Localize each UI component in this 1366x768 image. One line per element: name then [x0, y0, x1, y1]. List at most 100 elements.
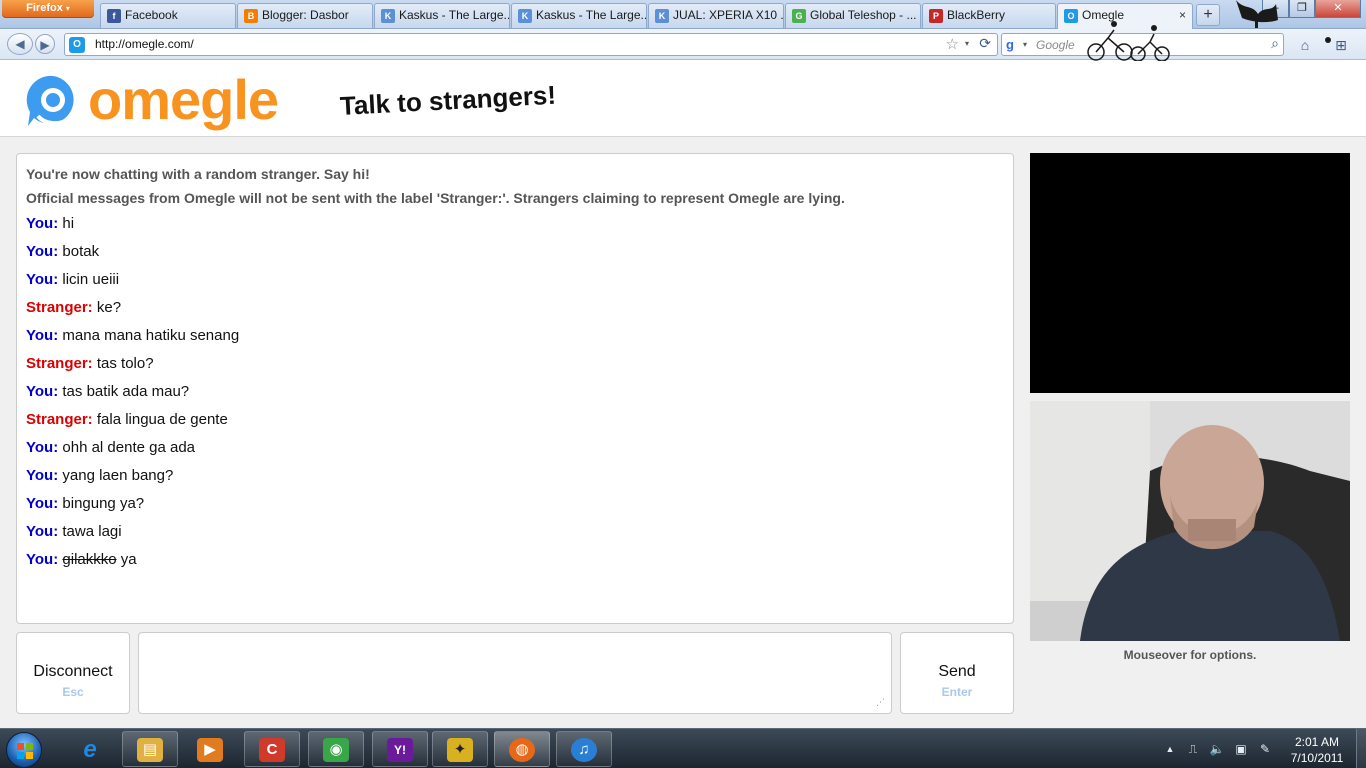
- omegle-site-icon: O: [69, 37, 85, 53]
- search-input[interactable]: Google: [1036, 38, 1075, 52]
- sender-label: You:: [26, 551, 59, 568]
- home-icon[interactable]: ⌂: [1294, 35, 1316, 55]
- taskbar-windows-explorer[interactable]: ▤: [122, 731, 178, 767]
- url-bar[interactable]: O http://omegle.com/ ☆ ▾ ⟳: [64, 33, 998, 56]
- forward-button[interactable]: ▶: [35, 34, 55, 54]
- addon-icon[interactable]: ⊞: [1330, 35, 1352, 55]
- volume-icon[interactable]: 🔈: [1209, 741, 1225, 757]
- chat-message: Stranger: tas tolo?: [26, 350, 1004, 378]
- chat-message: Stranger: ke?: [26, 294, 1004, 322]
- kaskus-favicon-icon: K: [655, 9, 669, 23]
- tab-blackberry[interactable]: P BlackBerry: [922, 3, 1056, 28]
- chat-log[interactable]: You're now chatting with a random strang…: [16, 153, 1014, 624]
- blogger-favicon-icon: B: [244, 9, 258, 23]
- kaskus-favicon-icon: K: [518, 9, 532, 23]
- tab-jual-xperia[interactable]: K JUAL: XPERIA X10 ...: [648, 3, 784, 28]
- minimize-button[interactable]: –: [1262, 0, 1289, 18]
- self-video[interactable]: [1030, 401, 1350, 641]
- tab-label: Omegle: [1082, 8, 1125, 22]
- maximize-button[interactable]: ❐: [1289, 0, 1315, 18]
- message-input[interactable]: ⋰: [138, 632, 892, 714]
- url-input[interactable]: http://omegle.com/: [95, 37, 194, 51]
- chat-message: You: licin ueiii: [26, 266, 1004, 294]
- tab-label: Global Teleshop - ...: [810, 8, 917, 22]
- url-history-dropdown-icon[interactable]: ▾: [965, 39, 969, 48]
- send-label: Send: [938, 663, 976, 680]
- google-engine-icon[interactable]: g: [1006, 37, 1022, 53]
- sender-label: You:: [26, 271, 59, 288]
- tagline: Talk to strangers!: [339, 79, 557, 121]
- bookmark-star-icon[interactable]: ☆: [946, 35, 959, 53]
- show-hidden-icons-icon[interactable]: ▲: [1162, 741, 1178, 757]
- back-button[interactable]: ◀: [7, 33, 33, 55]
- pen-icon[interactable]: ✎: [1257, 741, 1273, 757]
- show-desktop-button[interactable]: [1356, 729, 1366, 768]
- media-player-icon: ▶: [197, 738, 223, 762]
- navigation-toolbar: ◀ ▶ O http://omegle.com/ ☆ ▾ ⟳ g ▾ Googl…: [0, 29, 1366, 60]
- search-engine-dropdown-icon[interactable]: ▾: [1023, 40, 1027, 49]
- battery-icon[interactable]: ▣: [1233, 741, 1249, 757]
- sender-label: You:: [26, 327, 59, 344]
- tab-kaskus-2[interactable]: K Kaskus - The Large...: [511, 3, 647, 28]
- disconnect-label: Disconnect: [33, 663, 113, 680]
- close-window-button[interactable]: ✕: [1315, 0, 1361, 18]
- bird-icon: ✦: [447, 738, 473, 762]
- chat-message: You: tawa lagi: [26, 518, 1004, 546]
- sender-label: You:: [26, 467, 59, 484]
- taskbar-itunes[interactable]: ♫: [556, 731, 612, 767]
- stranger-video[interactable]: [1030, 153, 1350, 393]
- firefox-menu-button[interactable]: Firefox ▾: [2, 0, 94, 18]
- taskbar-media-player[interactable]: ▶: [182, 731, 238, 767]
- send-button[interactable]: Send Enter: [900, 632, 1014, 714]
- taskbar-bird-app[interactable]: ✦: [432, 731, 488, 767]
- main-content: You're now chatting with a random strang…: [0, 137, 1366, 728]
- taskbar-ccleaner[interactable]: C: [244, 731, 300, 767]
- start-button[interactable]: [6, 732, 42, 768]
- resize-grip-icon[interactable]: ⋰: [876, 697, 885, 708]
- message-text: tawa lagi: [62, 523, 122, 540]
- reload-icon[interactable]: ⟳: [979, 35, 991, 52]
- message-text: ya: [116, 551, 137, 568]
- send-shortcut-hint: Enter: [941, 685, 973, 699]
- chat-message: You: bingung ya?: [26, 490, 1004, 518]
- tab-facebook[interactable]: f Facebook: [100, 3, 236, 28]
- sender-label: You:: [26, 383, 59, 400]
- tab-label: BlackBerry: [947, 8, 1006, 22]
- taskbar-yahoo-messenger[interactable]: Y!: [372, 731, 428, 767]
- chat-message: Stranger: fala lingua de gente: [26, 406, 1004, 434]
- chevron-down-icon: ▾: [65, 4, 70, 13]
- chat-message: You: botak: [26, 238, 1004, 266]
- disconnect-button[interactable]: Disconnect Esc: [16, 632, 130, 714]
- tab-label: Kaskus - The Large...: [536, 8, 647, 22]
- tab-omegle[interactable]: O Omegle ×: [1057, 3, 1193, 29]
- message-text: mana mana hatiku senang: [62, 327, 240, 344]
- itunes-icon: ♫: [571, 738, 597, 762]
- chat-message: You: mana mana hatiku senang: [26, 322, 1004, 350]
- kaskus-favicon-icon: K: [381, 9, 395, 23]
- taskbar-internet-explorer[interactable]: e: [62, 731, 118, 767]
- message-text: hi: [62, 215, 75, 232]
- sender-label: Stranger:: [26, 355, 93, 372]
- message-text: bingung ya?: [62, 495, 145, 512]
- chat-message: You: ohh al dente ga ada: [26, 434, 1004, 462]
- tab-global-teleshop[interactable]: G Global Teleshop - ...: [785, 3, 921, 28]
- network-icon[interactable]: ⎍: [1185, 741, 1201, 757]
- teleshop-favicon-icon: G: [792, 9, 806, 23]
- close-tab-icon[interactable]: ×: [1179, 4, 1186, 27]
- blackberry-favicon-icon: P: [929, 9, 943, 23]
- sender-label: You:: [26, 439, 59, 456]
- tab-kaskus-1[interactable]: K Kaskus - The Large...: [374, 3, 510, 28]
- new-tab-button[interactable]: +: [1196, 4, 1220, 26]
- taskbar-download-manager[interactable]: ◉: [308, 731, 364, 767]
- chat-message: You: yang laen bang?: [26, 462, 1004, 490]
- windows-taskbar: e ▤ ▶ C ◉ Y! ✦ ◍ ♫ ▲ ⎍ 🔈 ▣ ✎ 2:01 AM 7/1…: [0, 728, 1366, 768]
- folder-icon: ▤: [137, 738, 163, 762]
- tab-blogger[interactable]: B Blogger: Dasbor: [237, 3, 373, 28]
- sender-label: Stranger:: [26, 411, 93, 428]
- search-icon[interactable]: ⌕: [1271, 35, 1279, 52]
- search-bar[interactable]: g ▾ Google ⌕: [1001, 33, 1284, 56]
- taskbar-firefox[interactable]: ◍: [494, 731, 550, 767]
- internet-explorer-icon: e: [83, 736, 97, 763]
- chat-message: You: hi: [26, 210, 1004, 238]
- taskbar-clock[interactable]: 2:01 AM 7/10/2011: [1282, 734, 1352, 766]
